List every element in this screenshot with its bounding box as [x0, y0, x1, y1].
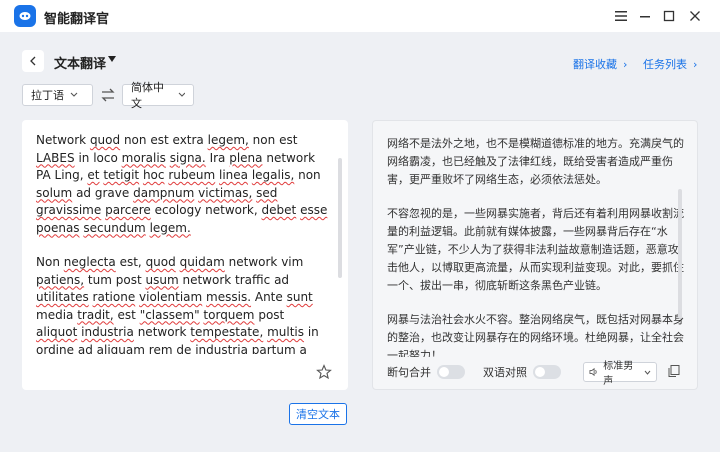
misspelled-word[interactable]: torquem — [203, 308, 254, 322]
chevron-right-icon: › — [693, 58, 698, 71]
misspelled-word[interactable]: ratione — [93, 290, 136, 304]
voice-select[interactable]: 标准男声 — [583, 361, 657, 387]
star-icon[interactable] — [316, 364, 332, 380]
misspelled-word[interactable]: aliquot — [36, 325, 77, 339]
translation-collection-link[interactable]: 翻译收藏 › — [573, 56, 627, 72]
misspelled-word[interactable]: industria — [195, 343, 248, 355]
misspelled-word[interactable]: messis. — [206, 290, 251, 304]
task-list-label: 任务列表 — [643, 58, 687, 71]
title-bar: 智能翻译官 — [0, 0, 720, 32]
misspelled-word[interactable]: neglecta — [64, 255, 116, 269]
misspelled-word[interactable]: et — [87, 168, 99, 182]
target-paragraph-3: 网暴与法治社会水火不容。整治网络戾气，既包括对网暴本身的整治，也改变让网暴存在的… — [387, 313, 684, 357]
misspelled-word[interactable]: de — [176, 343, 191, 355]
misspelled-word[interactable]: linea — [219, 168, 248, 182]
source-paragraph-1: Network quod non est extra legem, non es… — [36, 133, 328, 235]
chevron-right-icon: › — [623, 58, 628, 71]
minimize-icon[interactable] — [636, 7, 654, 25]
bilingual-label: 双语对照 — [483, 366, 527, 379]
target-text: 网络不是法外之地，也不是模糊道德标准的地方。充满戾气的网络霸凌，也已经触及了法律… — [387, 135, 687, 357]
misspelled-word[interactable]: violentiam — [139, 290, 202, 304]
clear-text-button[interactable]: 清空文本 — [289, 403, 347, 425]
speaker-icon — [589, 367, 597, 377]
maximize-icon[interactable] — [660, 7, 678, 25]
misspelled-word[interactable]: legem. — [150, 221, 191, 235]
chevron-down-icon — [70, 92, 78, 97]
misspelled-word[interactable]: signa. — [170, 151, 206, 165]
back-button[interactable] — [22, 50, 44, 72]
misspelled-word[interactable]: ordine — [36, 343, 74, 355]
misspelled-word[interactable]: sed — [256, 186, 277, 200]
misspelled-word[interactable]: moralis — [122, 151, 166, 165]
misspelled-word[interactable]: multis — [267, 325, 304, 339]
misspelled-word[interactable]: legalis, — [252, 168, 294, 182]
misspelled-word[interactable]: poenas — [36, 221, 80, 235]
bilingual-toggle[interactable] — [533, 365, 561, 379]
target-language-select[interactable]: 简体中文 — [122, 81, 194, 110]
swap-icon[interactable] — [100, 87, 116, 103]
misspelled-word[interactable]: quod — [146, 255, 176, 269]
close-icon[interactable] — [686, 7, 704, 25]
source-scrollbar[interactable] — [338, 158, 342, 278]
source-textarea[interactable]: Network quod non est extra legem, non es… — [36, 132, 328, 354]
misspelled-word[interactable]: industria — [81, 325, 134, 339]
merge-sentences-toggle[interactable] — [437, 365, 465, 379]
misspelled-word[interactable]: secundum — [83, 221, 145, 235]
misspelled-word[interactable]: tempestate, — [190, 325, 263, 339]
translation-collection-label: 翻译收藏 — [573, 58, 617, 71]
misspelled-word[interactable]: usum — [145, 273, 178, 287]
chevron-down-icon — [178, 92, 185, 97]
misspelled-word[interactable]: gravissime — [36, 203, 101, 217]
misspelled-word[interactable]: parcere — [105, 203, 151, 217]
misspelled-word[interactable]: sunt — [287, 290, 313, 304]
misspelled-word[interactable]: victimas, — [198, 186, 252, 200]
copy-icon[interactable] — [667, 364, 681, 378]
source-panel[interactable]: Network quod non est extra legem, non es… — [22, 120, 348, 390]
chevron-down-icon — [645, 370, 651, 375]
misspelled-word[interactable]: legem, — [208, 133, 249, 147]
task-list-link[interactable]: 任务列表 › — [643, 56, 697, 72]
target-paragraph-2: 不容忽视的是，一些网暴实施者，背后还有着利用网暴收割流量的利益逻辑。此前就有媒体… — [387, 207, 684, 292]
mode-dropdown-caret-icon[interactable] — [108, 56, 116, 62]
app-logo-icon — [14, 5, 36, 27]
misspelled-word[interactable]: dampnum — [133, 186, 194, 200]
voice-label: 标准男声 — [603, 361, 634, 387]
misspelled-word[interactable]: rubeum — [168, 168, 215, 182]
misspelled-word[interactable]: quidam — [180, 255, 225, 269]
misspelled-word[interactable]: quod — [90, 133, 120, 147]
misspelled-word[interactable]: patiens, — [36, 273, 84, 287]
target-language-label: 简体中文 — [131, 81, 164, 110]
misspelled-word[interactable]: hoc — [143, 168, 165, 182]
merge-sentences-toggle-row[interactable]: 断句合并 — [387, 364, 465, 380]
misspelled-word[interactable]: LABES — [36, 151, 75, 165]
bilingual-toggle-row[interactable]: 双语对照 — [483, 364, 561, 380]
back-chevron-icon — [30, 56, 36, 66]
misspelled-word[interactable]: plena — [229, 151, 262, 165]
misspelled-word[interactable]: solum — [36, 186, 72, 200]
misspelled-word[interactable]: tradit, — [77, 308, 113, 322]
mode-title[interactable]: 文本翻译 — [54, 53, 106, 72]
source-language-select[interactable]: 拉丁语 — [22, 84, 93, 106]
target-scrollbar[interactable] — [678, 189, 682, 319]
target-paragraph-1: 网络不是法外之地，也不是模糊道德标准的地方。充满戾气的网络霸凌，也已经触及了法律… — [387, 137, 684, 186]
target-panel: 网络不是法外之地，也不是模糊道德标准的地方。充满戾气的网络霸凌，也已经触及了法律… — [372, 120, 698, 390]
misspelled-word[interactable]: esse — [300, 203, 327, 217]
misspelled-word[interactable]: debet — [262, 203, 297, 217]
misspelled-word[interactable]: tetigit — [103, 168, 139, 182]
source-paragraph-2: Non neglecta est, quod quidam network vi… — [36, 254, 328, 354]
merge-sentences-label: 断句合并 — [387, 366, 431, 379]
misspelled-word[interactable]: aliquam — [97, 343, 145, 355]
menu-icon[interactable] — [612, 7, 630, 25]
app-title: 智能翻译官 — [44, 12, 110, 27]
source-language-label: 拉丁语 — [31, 89, 64, 102]
misspelled-word[interactable]: utilitates — [36, 290, 89, 304]
misspelled-word[interactable]: "classem" — [140, 308, 200, 322]
misspelled-word[interactable]: partum — [252, 343, 296, 355]
